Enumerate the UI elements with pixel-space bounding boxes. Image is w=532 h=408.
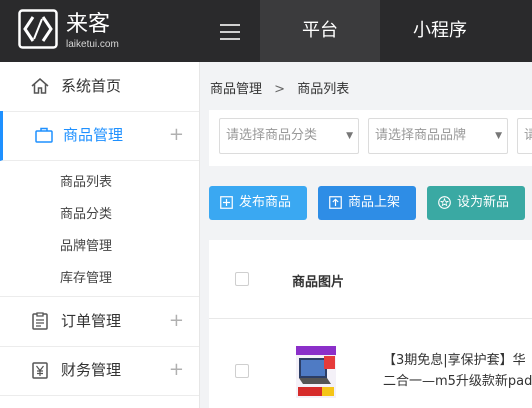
row-checkbox[interactable]: [235, 364, 249, 378]
sidebar-subitem-inventory[interactable]: 库存管理: [60, 267, 112, 286]
product-name-line2: 二合一—m5升级款新pad: [383, 374, 532, 389]
sidebar-item-label: 系统首页: [61, 77, 122, 95]
breadcrumb-separator: >: [274, 82, 286, 97]
expand-icon[interactable]: +: [169, 297, 184, 344]
expand-icon[interactable]: +: [169, 111, 184, 158]
hamburger-icon: [220, 24, 240, 26]
sidebar-item-label: 财务管理: [61, 361, 122, 379]
brand-select-placeholder: 请选择商品品牌: [375, 128, 467, 143]
sidebar-item-label: 订单管理: [61, 312, 122, 330]
breadcrumb: 商品管理 > 商品列表: [210, 78, 349, 97]
sidebar-subitem-brand-management[interactable]: 品牌管理: [60, 235, 112, 254]
category-select-placeholder: 请选择商品分类: [226, 128, 318, 143]
tab-mini-program[interactable]: 小程序: [380, 0, 500, 62]
product-name-line1: 【3期免息|享保护套】华: [383, 353, 526, 368]
sidebar: 系统首页 商品管理 + 商品列表 商品分类 品牌管理 库存管理 订单管理 + 财…: [0, 62, 200, 408]
star-circle-icon: [438, 196, 451, 209]
sidebar-subitem-product-list[interactable]: 商品列表: [60, 171, 112, 190]
product-thumbnail[interactable]: [296, 346, 336, 398]
third-select[interactable]: 请: [517, 118, 532, 154]
breadcrumb-current: 商品列表: [297, 82, 350, 97]
sidebar-subitem-product-category[interactable]: 商品分类: [60, 203, 112, 222]
home-icon: [31, 78, 49, 94]
dropdown-arrow-icon: ▼: [346, 131, 353, 141]
top-bar: 来客 laiketui.com 平台 小程序: [0, 0, 532, 62]
logo-mark-icon: [18, 9, 58, 49]
breadcrumb-parent[interactable]: 商品管理: [210, 82, 262, 97]
expand-icon[interactable]: +: [169, 346, 184, 393]
column-header-image: 商品图片: [292, 275, 345, 290]
upload-square-icon: [329, 196, 342, 209]
briefcase-icon: [35, 127, 53, 143]
publish-product-button[interactable]: 发布商品: [209, 186, 307, 220]
product-table: 商品图片 【3期免息|享保护套】华 二合一—m5升级款新pad: [209, 240, 532, 408]
brand-select[interactable]: 请选择商品品牌 ▼: [368, 118, 508, 154]
sidebar-item-products[interactable]: 商品管理 +: [0, 111, 199, 161]
shelve-product-button[interactable]: 商品上架: [318, 186, 416, 220]
set-new-product-label: 设为新品: [457, 195, 510, 210]
filter-bar: 请选择商品分类 ▼ 请选择商品品牌 ▼ 请: [209, 110, 532, 166]
dropdown-arrow-icon: ▼: [495, 131, 502, 141]
brand-name: 来客: [66, 12, 111, 37]
sidebar-item-home[interactable]: 系统首页: [0, 62, 199, 112]
plus-square-icon: [220, 196, 233, 209]
sidebar-item-finance[interactable]: 财务管理 +: [0, 346, 199, 396]
category-select[interactable]: 请选择商品分类 ▼: [219, 118, 359, 154]
sidebar-item-label: 商品管理: [63, 126, 124, 144]
brand-domain: laiketui.com: [66, 39, 119, 50]
product-name[interactable]: 【3期免息|享保护套】华 二合一—m5升级款新pad: [383, 350, 532, 392]
clipboard-icon: [32, 312, 48, 330]
table-header: 商品图片: [209, 240, 532, 319]
third-select-placeholder: 请: [524, 128, 532, 143]
sidebar-item-orders[interactable]: 订单管理 +: [0, 296, 199, 347]
shelve-product-label: 商品上架: [348, 195, 401, 210]
publish-product-label: 发布商品: [239, 195, 292, 210]
logo[interactable]: 来客 laiketui.com: [18, 8, 148, 54]
set-new-product-button[interactable]: 设为新品: [427, 186, 525, 220]
menu-toggle-button[interactable]: [205, 14, 255, 50]
select-all-checkbox[interactable]: [235, 272, 249, 286]
yen-icon: [32, 362, 48, 379]
tab-platform[interactable]: 平台: [260, 0, 380, 62]
